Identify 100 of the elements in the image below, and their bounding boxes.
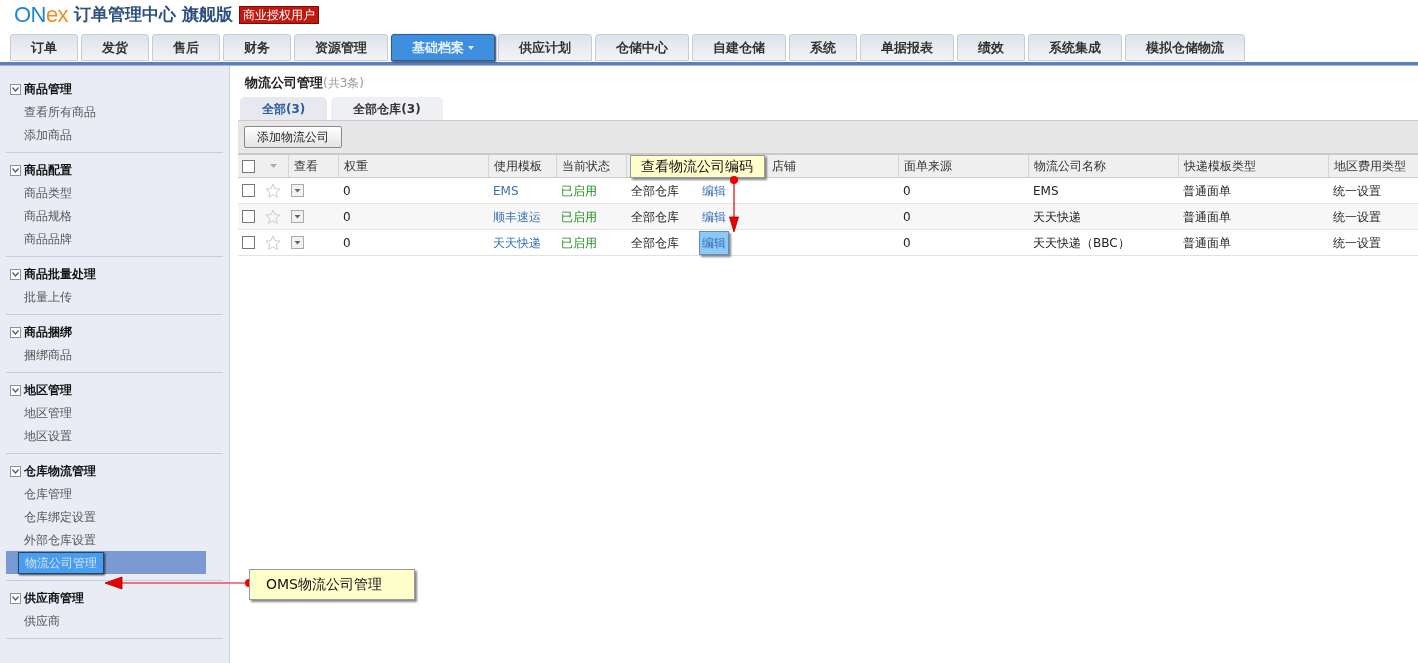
checkbox[interactable] xyxy=(241,210,255,223)
add-company-button[interactable]: 添加物流公司 xyxy=(244,126,342,148)
collapse-toggle[interactable] xyxy=(10,268,21,280)
nav-tab[interactable]: 单据报表 xyxy=(860,34,954,61)
template-link[interactable]: 顺丰速运 xyxy=(493,209,541,224)
record-count: (共3条) xyxy=(323,75,364,92)
sidebar-item[interactable]: 地区设置 xyxy=(18,425,78,446)
sidebar-item[interactable]: 外部仓库设置 xyxy=(18,529,102,550)
nav-tab[interactable]: 系统集成 xyxy=(1028,34,1122,61)
chevron-icon xyxy=(12,329,19,335)
column-header: 快递模板类型 xyxy=(1184,158,1256,175)
table-cell: EMS xyxy=(1033,183,1059,198)
star-icon[interactable] xyxy=(265,235,281,250)
collapse-toggle[interactable] xyxy=(10,592,21,604)
nav-tab[interactable]: 模拟仓储物流 xyxy=(1125,34,1245,61)
nav-tab[interactable]: 仓储中心 xyxy=(595,34,689,61)
sidebar-item[interactable]: 添加商品 xyxy=(18,124,78,145)
app-title: 订单管理中心 旗舰版 xyxy=(74,3,233,27)
sidebar-item[interactable]: 商品品牌 xyxy=(18,228,78,249)
section-title: 商品管理 xyxy=(24,81,72,98)
table-cell: 全部仓库 xyxy=(631,183,679,198)
chevron-icon xyxy=(12,468,19,474)
star-icon[interactable] xyxy=(265,183,281,198)
table-cell: 统一设置 xyxy=(1333,209,1381,224)
checkbox[interactable] xyxy=(241,159,255,173)
sidebar-item[interactable]: 捆绑商品 xyxy=(18,344,78,365)
section-title: 地区管理 xyxy=(24,382,72,399)
collapse-toggle[interactable] xyxy=(10,384,21,396)
nav-tab[interactable]: 发货 xyxy=(81,34,149,61)
license-badge: 商业授权用户 xyxy=(238,6,319,24)
edit-link[interactable]: 编辑 xyxy=(702,208,726,225)
section-title: 仓库物流管理 xyxy=(24,463,96,480)
collapse-toggle[interactable] xyxy=(10,83,21,95)
column-header: 权重 xyxy=(344,158,368,175)
page-title: 物流公司管理 xyxy=(245,74,323,92)
section-title: 商品批量处理 xyxy=(24,266,96,283)
table-cell: 天天快递（BBC） xyxy=(1033,235,1130,250)
table-cell: 普通面单 xyxy=(1183,209,1231,224)
sidebar-item[interactable]: 商品类型 xyxy=(18,182,78,203)
nav-tab[interactable]: 系统 xyxy=(789,34,857,61)
sidebar-item[interactable]: 商品规格 xyxy=(18,205,78,226)
table-cell: 0 xyxy=(903,235,911,250)
table-cell: 0 xyxy=(903,183,911,198)
chevron-icon xyxy=(12,167,19,173)
sidebar-item[interactable]: 仓库管理 xyxy=(18,483,78,504)
column-header: 店铺 xyxy=(772,158,796,175)
sub-tab[interactable]: 全部(3) xyxy=(240,97,328,120)
sidebar-item[interactable]: 查看所有商品 xyxy=(18,101,102,122)
section-title: 商品捆绑 xyxy=(24,324,72,341)
dropdown-icon[interactable] xyxy=(291,184,304,197)
nav-tab[interactable]: 自建仓储 xyxy=(692,34,786,61)
section-title: 商品配置 xyxy=(24,162,72,179)
nav-tab[interactable]: 售后 xyxy=(152,34,220,61)
chevron-icon xyxy=(12,387,19,393)
table-cell: 统一设置 xyxy=(1333,235,1381,250)
nav-tab[interactable]: 绩效 xyxy=(957,34,1025,61)
table-cell: 0 xyxy=(343,209,351,224)
status-text: 已启用 xyxy=(561,235,597,250)
nav-tab[interactable]: 供应计划 xyxy=(498,34,592,61)
dropdown-icon[interactable] xyxy=(291,210,304,223)
sidebar-item[interactable]: 仓库绑定设置 xyxy=(18,506,102,527)
table-cell: 普通面单 xyxy=(1183,183,1231,198)
table-cell: 全部仓库 xyxy=(631,209,679,224)
checkbox[interactable] xyxy=(241,236,255,249)
collapse-toggle[interactable] xyxy=(10,465,21,477)
nav-tab[interactable]: 资源管理 xyxy=(294,34,388,61)
chevron-icon xyxy=(12,271,19,277)
column-header: 当前状态 xyxy=(562,158,610,175)
chevron-icon xyxy=(12,595,19,601)
edit-link[interactable]: 编辑 xyxy=(702,182,726,199)
sidebar-item[interactable]: 地区管理 xyxy=(18,402,78,423)
status-text: 已启用 xyxy=(561,183,597,198)
table-cell: 普通面单 xyxy=(1183,235,1231,250)
sort-caret-icon xyxy=(269,164,277,168)
column-header: 地区费用类型 xyxy=(1334,158,1406,175)
dropdown-icon[interactable] xyxy=(291,236,304,249)
collapse-toggle[interactable] xyxy=(10,164,21,176)
table-cell: 0 xyxy=(903,209,911,224)
template-link[interactable]: 天天快递 xyxy=(493,235,541,250)
table-cell: 统一设置 xyxy=(1333,183,1381,198)
table-cell: 0 xyxy=(343,235,351,250)
status-text: 已启用 xyxy=(561,209,597,224)
checkbox[interactable] xyxy=(241,184,255,197)
callout-note: 查看物流公司编码 xyxy=(630,155,765,178)
column-header: 面单来源 xyxy=(904,158,952,175)
pointer-arrow xyxy=(729,176,739,233)
nav-tab[interactable]: 财务 xyxy=(223,34,291,61)
star-icon[interactable] xyxy=(265,209,281,224)
chevron-icon xyxy=(12,86,19,92)
sidebar-item[interactable]: 供应商 xyxy=(18,610,66,631)
section-title: 供应商管理 xyxy=(24,590,84,607)
collapse-toggle[interactable] xyxy=(10,326,21,338)
table-cell: 0 xyxy=(343,183,351,198)
sub-tab[interactable]: 全部仓库(3) xyxy=(331,97,443,120)
table-cell: 天天快递 xyxy=(1033,209,1081,224)
template-link[interactable]: EMS xyxy=(493,183,519,198)
nav-tab[interactable]: 订单 xyxy=(10,34,78,61)
sidebar-item[interactable]: 批量上传 xyxy=(18,286,78,307)
table-cell: 全部仓库 xyxy=(631,235,679,250)
logo: ONex xyxy=(14,4,69,26)
